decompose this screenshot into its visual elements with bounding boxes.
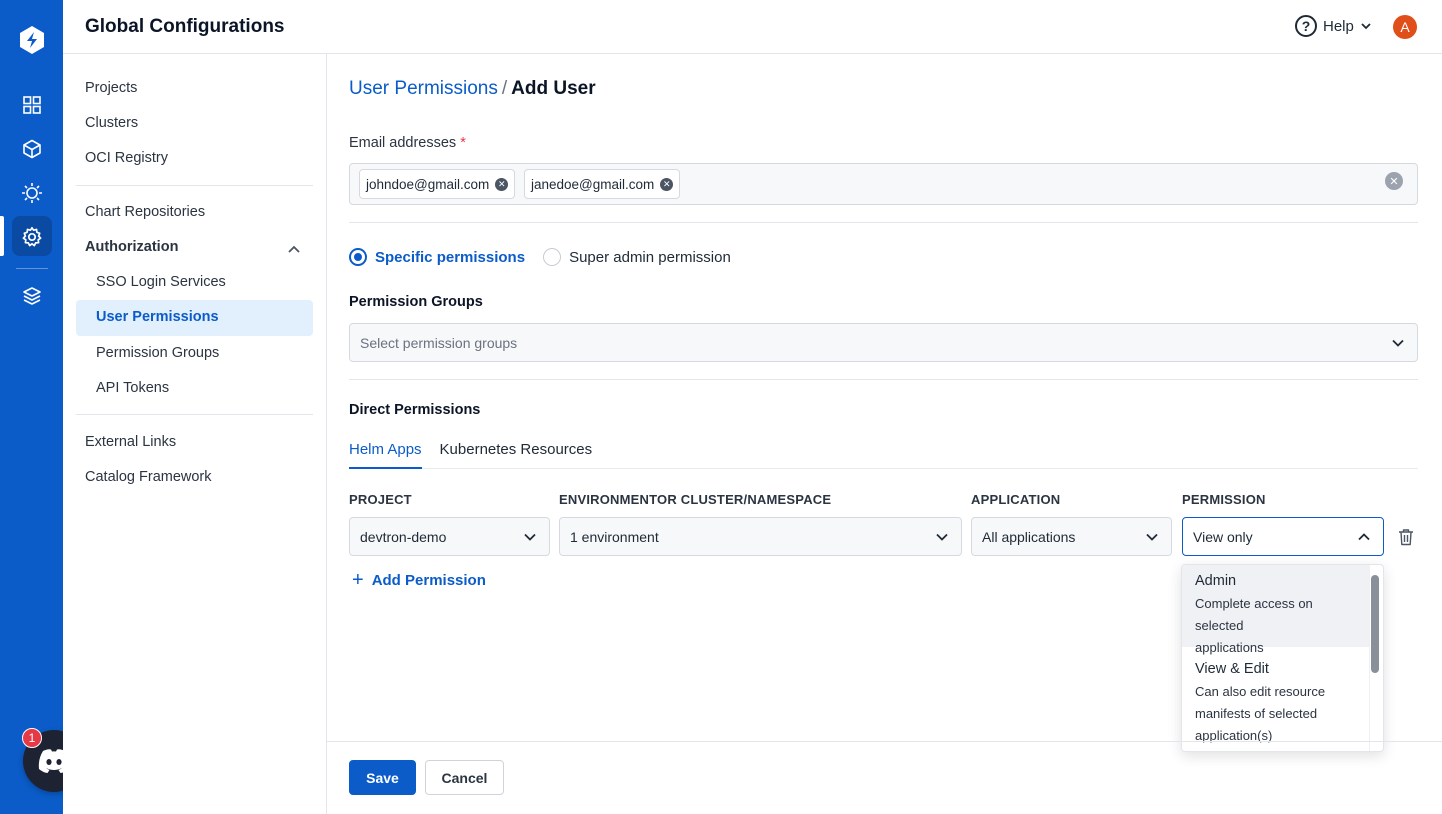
option-title: View & Edit [1195,661,1269,677]
breadcrumb: User Permissions / Add User [349,78,596,100]
permission-groups-label: Permission Groups [349,294,483,310]
avatar[interactable]: A [1393,15,1417,39]
sidebar-item-clusters[interactable]: Clusters [85,115,138,131]
add-permission-label: Add Permission [371,571,486,589]
permission-option-view-edit[interactable]: View & Edit Can also edit resource manif… [1182,653,1370,751]
permission-type-radio-group: Specific permissions Super admin permiss… [349,248,731,266]
sidebar-item-api-tokens[interactable]: API Tokens [96,380,169,396]
chevron-down-icon [1392,339,1404,347]
radio-label: Super admin permission [569,248,731,266]
permission-option-admin[interactable]: Admin Complete access on selected applic… [1182,565,1370,655]
super-admin-radio[interactable]: Super admin permission [543,248,731,266]
option-description: application(s) [1195,728,1273,743]
email-chip: janedoe@gmail.com ✕ [524,169,681,199]
page-title: Global Configurations [85,16,285,37]
devtron-logo-icon[interactable] [16,24,48,56]
plus-icon: + [352,569,364,591]
sidebar-item-oci-registry[interactable]: OCI Registry [85,150,168,166]
application-select[interactable]: All applications [971,517,1172,556]
bug-icon[interactable] [20,181,44,205]
project-select[interactable]: devtron-demo [349,517,550,556]
sidebar-item-projects[interactable]: Projects [85,80,137,96]
option-description: Complete access on selected [1195,596,1313,633]
column-header-permission: PERMISSION [1182,492,1266,507]
sidebar-item-authorization[interactable]: Authorization [85,239,178,255]
email-chip: johndoe@gmail.com ✕ [359,169,516,199]
top-header: Global Configurations ? Help A [63,0,1442,54]
scrollbar-track [1369,565,1370,751]
help-label: Help [1323,17,1354,35]
select-value: View only [1193,528,1253,545]
option-description: manifests of selected [1195,706,1318,721]
help-menu-button[interactable]: ? Help [1295,15,1372,37]
help-icon: ? [1295,15,1317,37]
select-value: 1 environment [570,528,659,545]
column-header-application: APPLICATION [971,492,1061,507]
email-input[interactable]: johndoe@gmail.com ✕ janedoe@gmail.com ✕ … [349,163,1418,205]
specific-permissions-radio[interactable]: Specific permissions [349,248,525,266]
option-description: Can also edit resource [1195,684,1326,699]
column-header-project: PROJECT [349,492,412,507]
permission-tabs: Helm Apps Kubernetes Resources [349,435,592,469]
tab-kubernetes-resources[interactable]: Kubernetes Resources [440,435,593,469]
chevron-up-icon [1358,533,1370,541]
notification-badge: 1 [22,728,42,748]
radio-dot [349,248,367,266]
rail-divider [16,268,48,269]
cancel-button[interactable]: Cancel [425,760,504,795]
environment-select[interactable]: 1 environment [559,517,962,556]
scrollbar-thumb[interactable] [1371,575,1379,673]
permission-groups-select[interactable]: Select permission groups [349,323,1418,362]
footer-divider [327,741,1442,742]
add-permission-button[interactable]: + Add Permission [352,570,486,590]
delete-row-icon[interactable] [1398,528,1414,546]
breadcrumb-separator: / [501,78,508,99]
email-label-text: Email addresses [349,135,457,151]
breadcrumb-current: Add User [511,78,596,99]
select-placeholder: Select permission groups [360,334,518,351]
app-rail [0,0,63,814]
radio-dot [543,248,562,266]
remove-chip-icon[interactable]: ✕ [660,177,674,191]
email-chip-label: johndoe@gmail.com [366,176,490,192]
grid-icon[interactable] [20,93,44,117]
direct-permissions-label: Direct Permissions [349,402,481,418]
sidebar-item-sso-login-services[interactable]: SSO Login Services [96,274,226,290]
cube-icon[interactable] [20,137,44,161]
email-label: Email addresses * [349,135,466,151]
permission-dropdown-menu: Admin Complete access on selected applic… [1181,564,1384,752]
permission-select[interactable]: View only [1182,517,1384,556]
breadcrumb-user-permissions-link[interactable]: User Permissions [349,78,498,99]
layers-icon[interactable] [20,284,44,308]
chevron-up-icon[interactable] [287,242,301,256]
sidebar-item-external-links[interactable]: External Links [85,434,176,450]
clear-all-icon[interactable]: ✕ [1385,172,1403,190]
radio-label: Specific permissions [375,248,526,266]
select-value: devtron-demo [360,528,447,545]
required-mark: * [460,135,466,151]
divider [349,379,1418,380]
email-chip-label: janedoe@gmail.com [531,176,655,192]
sidebar-item-chart-repositories[interactable]: Chart Repositories [85,204,205,220]
option-title: Admin [1195,573,1237,589]
chevron-down-icon [524,533,536,541]
chevron-down-icon [936,533,948,541]
gear-icon[interactable] [20,225,44,249]
sidebar-item-permission-groups[interactable]: Permission Groups [96,345,219,361]
rail-active-indicator [0,216,4,256]
settings-sidebar: Projects Clusters OCI Registry Chart Rep… [63,54,327,814]
tab-helm-apps[interactable]: Helm Apps [349,435,422,469]
column-header-environment: ENVIRONMENTOR CLUSTER/NAMESPACE [559,492,832,507]
sidebar-item-catalog-framework[interactable]: Catalog Framework [85,469,212,485]
remove-chip-icon[interactable]: ✕ [495,177,509,191]
save-button[interactable]: Save [349,760,416,795]
main-content: User Permissions / Add User Email addresse… [327,54,1442,814]
sidebar-divider [76,185,313,186]
sidebar-divider [76,414,313,415]
chevron-down-icon [1146,533,1158,541]
chevron-down-icon [1361,23,1371,30]
select-value: All applications [982,528,1076,545]
sidebar-item-user-permissions[interactable]: User Permissions [96,309,219,325]
divider [349,222,1418,223]
